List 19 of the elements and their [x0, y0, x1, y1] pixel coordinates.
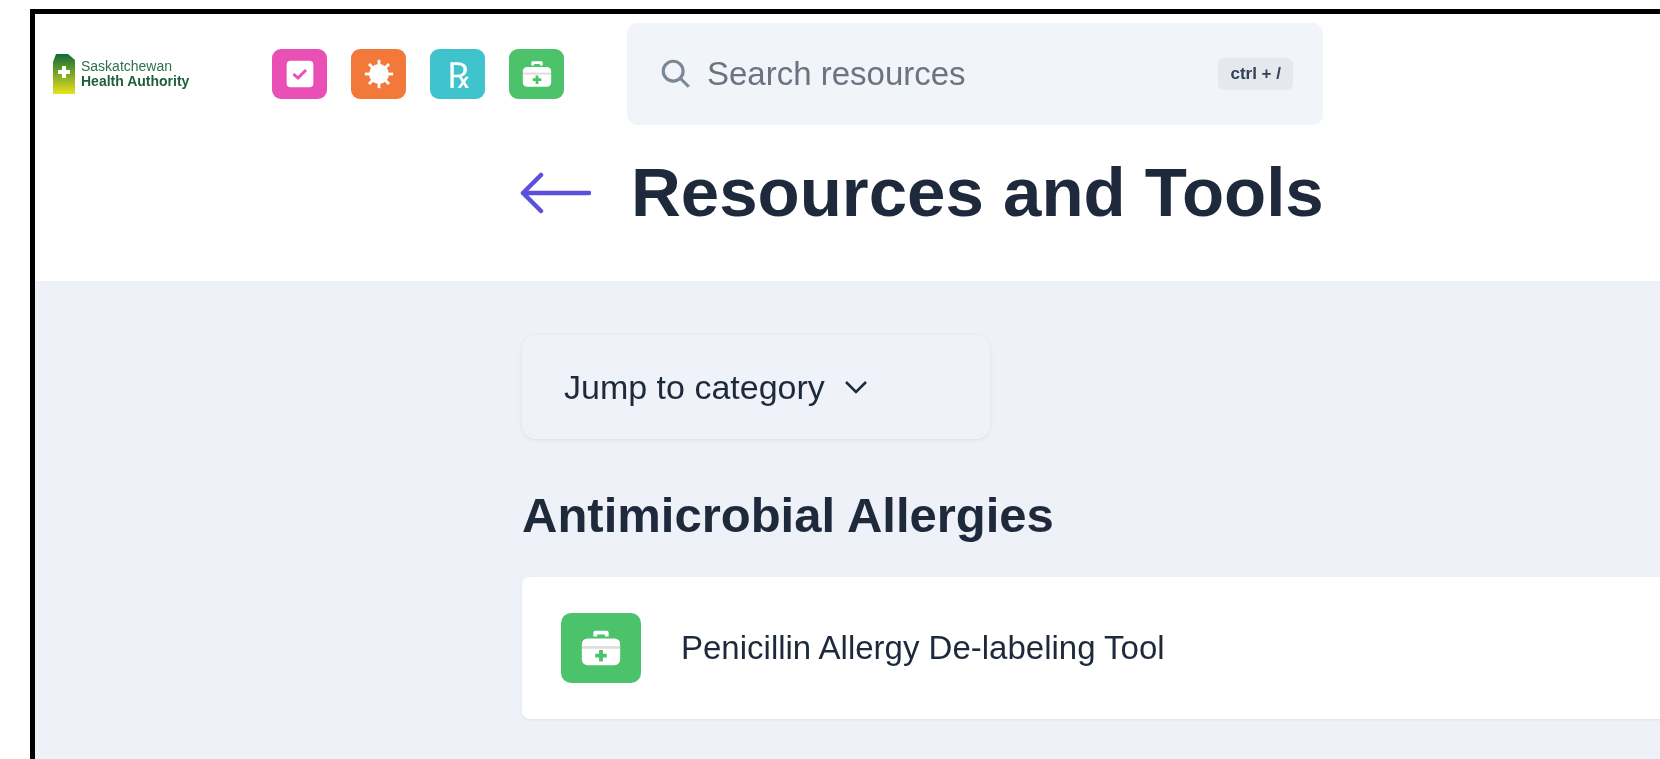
prescription-icon: ℞ [446, 49, 469, 99]
page-title: Resources and Tools [631, 153, 1324, 232]
back-button[interactable] [519, 170, 591, 215]
logo-icon [53, 54, 75, 94]
search-field[interactable]: Search resources ctrl + / [627, 23, 1323, 125]
app-tile[interactable] [509, 49, 564, 99]
chevron-down-icon [842, 379, 869, 395]
logo-text: Saskatchewan [81, 59, 174, 74]
app-tile[interactable] [351, 49, 406, 99]
search-field[interactable]: Search resources [705, 54, 1207, 94]
app-tile[interactable] [272, 49, 327, 99]
keyboard-shortcut: ctrl + / [1218, 58, 1293, 90]
logo-text: Health Authority [81, 74, 190, 89]
resource-title: Penicillin Allergy De-labeling Tool [681, 629, 1165, 667]
resource-card[interactable]: Penicillin Allergy De-labeling Tool [522, 577, 1660, 719]
back-arrow-icon [519, 170, 591, 215]
category-dropdown[interactable]: Jump to category [522, 335, 990, 439]
search-icon [659, 57, 693, 91]
section-heading: Antimicrobial Allergies [522, 487, 1054, 543]
